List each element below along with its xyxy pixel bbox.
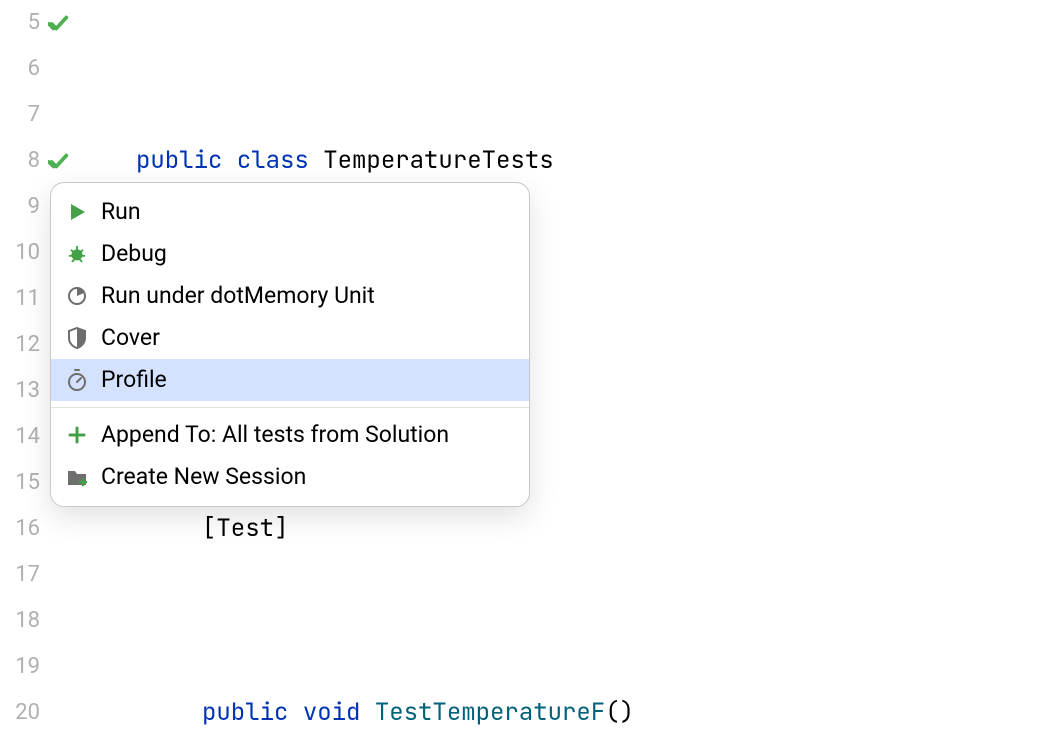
line-number: 14	[0, 414, 44, 460]
stopwatch-icon	[65, 368, 89, 392]
line-number: 18	[0, 598, 44, 644]
line-number: 8	[0, 138, 44, 184]
line-number: 12	[0, 322, 44, 368]
code-line: public class TemperatureTests	[100, 138, 1050, 184]
new-session-icon	[65, 465, 89, 489]
menu-label: Append To: All tests from Solution	[101, 412, 449, 458]
class-name: TemperatureTests	[323, 138, 553, 184]
keyword: class	[237, 138, 309, 184]
gutter-row[interactable]: 18	[0, 598, 100, 644]
menu-item-cover[interactable]: Cover	[51, 317, 529, 359]
test-pass-icon[interactable]	[44, 150, 74, 172]
menu-label: Run	[101, 189, 141, 235]
code-line: public void TestTemperatureF()	[100, 690, 1050, 734]
gutter-row[interactable]: 6	[0, 46, 100, 92]
line-number: 15	[0, 460, 44, 506]
attribute: [Test]	[202, 506, 288, 552]
line-number: 17	[0, 552, 44, 598]
line-number: 19	[0, 644, 44, 690]
gutter-row[interactable]: 20	[0, 690, 100, 734]
line-number: 10	[0, 230, 44, 276]
code-editor: 5 6 7 8 9 10 11 12	[0, 0, 1050, 734]
dotmemory-icon	[65, 284, 89, 308]
menu-item-run[interactable]: Run	[51, 191, 529, 233]
gutter-row[interactable]: 16	[0, 506, 100, 552]
menu-item-profile[interactable]: Profile	[51, 359, 529, 401]
line-number: 16	[0, 506, 44, 552]
plus-icon	[65, 423, 89, 447]
line-number: 20	[0, 690, 44, 734]
menu-item-new-session[interactable]: Create New Session	[51, 456, 529, 498]
menu-label: Cover	[101, 315, 160, 361]
gutter-row[interactable]: 19	[0, 644, 100, 690]
gutter-row[interactable]: 7	[0, 92, 100, 138]
keyword: public	[136, 138, 222, 184]
menu-label: Create New Session	[101, 454, 306, 500]
run-icon	[65, 200, 89, 224]
menu-label: Debug	[101, 231, 167, 277]
shield-icon	[65, 326, 89, 350]
method-name: TestTemperatureF	[375, 690, 605, 734]
line-number: 6	[0, 46, 44, 92]
bug-icon	[65, 242, 89, 266]
gutter-row[interactable]: 17	[0, 552, 100, 598]
menu-label: Run under dotMemory Unit	[101, 273, 375, 319]
menu-item-dotmemory[interactable]: Run under dotMemory Unit	[51, 275, 529, 317]
menu-separator	[51, 407, 529, 408]
line-number: 7	[0, 92, 44, 138]
line-number: 13	[0, 368, 44, 414]
menu-item-debug[interactable]: Debug	[51, 233, 529, 275]
code-line: [Test]	[100, 506, 1050, 552]
keyword: void	[303, 690, 361, 734]
menu-item-append[interactable]: Append To: All tests from Solution	[51, 414, 529, 456]
line-number: 11	[0, 276, 44, 322]
line-number: 5	[0, 0, 44, 46]
line-number: 9	[0, 184, 44, 230]
menu-label: Profile	[101, 357, 167, 403]
gutter-row[interactable]: 8	[0, 138, 100, 184]
gutter-row[interactable]: 5	[0, 0, 100, 46]
parens: ()	[605, 690, 634, 734]
context-menu: Run Debug Run under dotMemory Unit Cover…	[50, 182, 530, 507]
keyword: public	[202, 690, 288, 734]
test-pass-icon[interactable]	[44, 12, 74, 34]
